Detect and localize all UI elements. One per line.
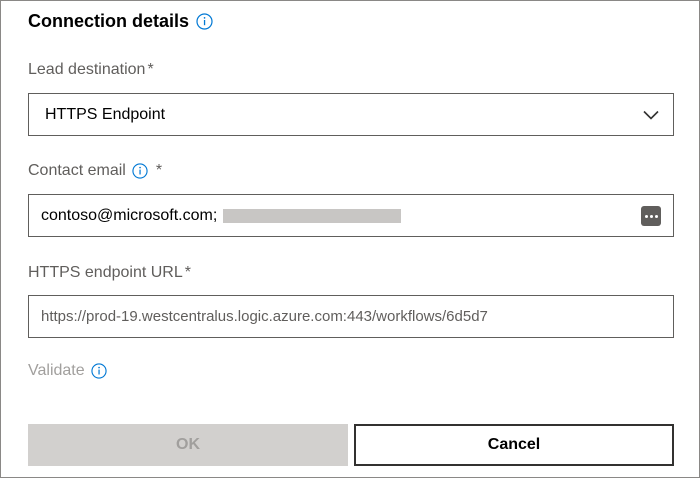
contact-email-label-text: Contact email [28, 162, 126, 179]
redacted-email [223, 208, 402, 223]
required-mark: * [155, 162, 163, 179]
https-endpoint-field[interactable]: https://prod-19.westcentralus.logic.azur… [28, 295, 674, 338]
more-icon[interactable] [641, 206, 661, 226]
required-mark: * [184, 264, 191, 281]
validate-link[interactable]: Validate [28, 362, 107, 380]
lead-destination-label-text: Lead destination [28, 61, 146, 78]
info-icon[interactable] [132, 163, 148, 179]
https-endpoint-label: HTTPS endpoint URL * [28, 264, 191, 282]
info-icon[interactable] [196, 13, 213, 30]
https-endpoint-value: https://prod-19.westcentralus.logic.azur… [41, 308, 488, 325]
panel-title: Connection details [28, 11, 190, 31]
ok-button[interactable]: OK [28, 424, 348, 466]
contact-email-field[interactable]: contoso@microsoft.com; [28, 194, 674, 237]
panel-header: Connection details [28, 11, 213, 32]
chevron-down-icon [629, 110, 673, 120]
info-icon[interactable] [91, 363, 107, 379]
https-endpoint-label-text: HTTPS endpoint URL [28, 264, 183, 281]
contact-email-label: Contact email * [28, 162, 162, 180]
contact-email-value: contoso@microsoft.com; [41, 206, 218, 224]
lead-destination-label: Lead destination * [28, 61, 154, 79]
lead-destination-dropdown[interactable]: HTTPS Endpoint [28, 93, 674, 136]
connection-details-panel: Connection details Lead destination * HT… [0, 0, 700, 478]
lead-destination-value: HTTPS Endpoint [45, 105, 166, 123]
required-mark: * [147, 61, 154, 78]
validate-label: Validate [28, 362, 85, 379]
cancel-button[interactable]: Cancel [354, 424, 674, 466]
